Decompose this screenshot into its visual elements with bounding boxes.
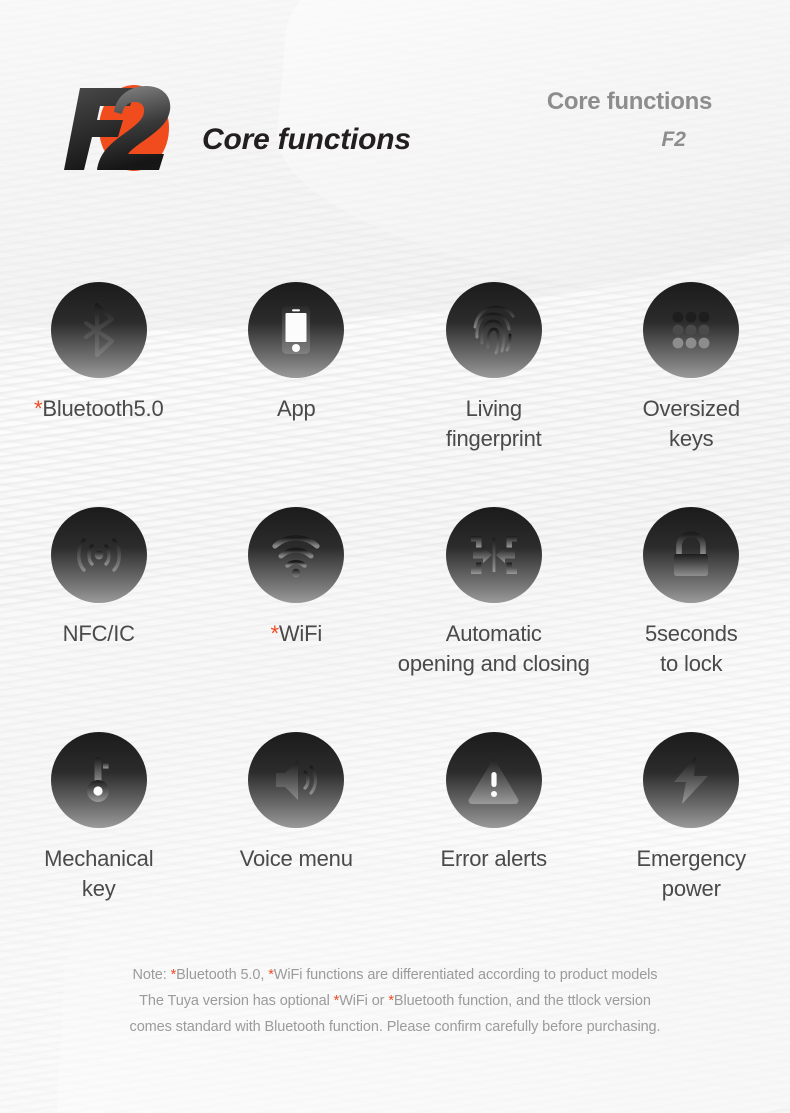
feature-cell-wifi: *WiFi [198,507,396,732]
padlock-icon [643,507,739,603]
footnote-l2-c: Bluetooth function, and the ttlock versi… [393,993,651,1009]
feature-label-text: Voice menu [239,846,353,871]
feature-grid: *Bluetooth5.0 App Living fingerprint Ove… [0,282,790,957]
auto-open-close-icon [446,507,542,603]
feature-row: Mechanical key Voice menu Error alerts E… [0,732,790,957]
feature-label: Automatic opening and closing [398,619,590,679]
feature-cell-bluetooth: *Bluetooth5.0 [0,282,198,507]
header-right-block: Core functions F2 [547,88,712,152]
phone-app-icon [248,282,344,378]
page-root: Core functions Core functions F2 *Blueto… [0,0,790,1113]
feature-label: Voice menu [240,844,353,874]
bluetooth-icon [51,282,147,378]
feature-cell-lock: 5seconds to lock [593,507,790,732]
feature-label-text: NFC/IC [62,621,135,646]
feature-label: Living fingerprint [446,394,542,454]
footnote-l2-b: WiFi or [339,993,389,1009]
feature-label: *WiFi [270,619,322,649]
feature-label-text: WiFi [278,621,323,646]
feature-label-text: Emergency power [636,846,747,901]
footnote-line-3: comes standard with Bluetooth function. … [129,1019,661,1035]
footnote-l1-b: Bluetooth 5.0, [176,967,269,983]
footnote-l1-a: Note: [132,967,171,983]
feature-label: NFC/IC [63,619,135,649]
feature-label-text: Mechanical key [44,846,154,901]
feature-label-text: 5seconds to lock [644,621,738,676]
brand-logo: Core functions [62,82,482,174]
feature-cell-mechanical-key: Mechanical key [0,732,198,957]
feature-cell-error-alerts: Error alerts [395,732,593,957]
feature-cell-nfc: NFC/IC [0,507,198,732]
feature-label: Error alerts [440,844,548,874]
speaker-volume-icon [248,732,344,828]
feature-label: 5seconds to lock [645,619,738,679]
feature-label: Emergency power [636,844,747,904]
footnote-line-2: The Tuya version has optional *WiFi or *… [0,988,790,1014]
footnote-l2-a: The Tuya version has optional [139,993,334,1009]
feature-label-text: App [276,396,316,421]
feature-cell-fingerprint: Living fingerprint [395,282,593,507]
footnote-block: Note: *Bluetooth 5.0, *WiFi functions ar… [0,962,790,1040]
feature-label: *Bluetooth5.0 [34,394,164,424]
header-right-subtitle: F2 [661,127,686,151]
nfc-icon [51,507,147,603]
feature-label-text: Automatic opening and closing [397,621,590,676]
feature-cell-emergency-power: Emergency power [593,732,790,957]
feature-label-text: Living fingerprint [445,396,542,451]
feature-label: Mechanical key [44,844,153,904]
page-header: Core functions Core functions F2 [0,82,790,182]
warning-triangle-icon [446,732,542,828]
feature-cell-voice-menu: Voice menu [198,732,396,957]
feature-cell-app: App [198,282,396,507]
header-right-title: Core functions [546,88,712,115]
footnote-line-1: Note: *Bluetooth 5.0, *WiFi functions ar… [0,962,790,988]
logo-title-text: Core functions [202,123,411,156]
mechanical-key-icon [51,732,147,828]
f2-logo-icon [62,82,192,174]
feature-cell-keys: Oversized keys [593,282,790,507]
lightning-bolt-icon [643,732,739,828]
feature-row: NFC/IC *WiFi Automatic opening and closi… [0,507,790,732]
feature-label-text: Oversized keys [642,396,740,451]
feature-label-text: Bluetooth5.0 [42,396,164,421]
fingerprint-icon [446,282,542,378]
feature-label: App [277,394,316,424]
wifi-icon [248,507,344,603]
asterisk-marker: * [270,621,279,646]
feature-cell-auto-open-close: Automatic opening and closing [395,507,593,732]
keypad-dots-icon [643,282,739,378]
feature-label: Oversized keys [643,394,740,454]
feature-label-text: Error alerts [440,846,548,871]
feature-row: *Bluetooth5.0 App Living fingerprint Ove… [0,282,790,507]
footnote-l1-c: WiFi functions are differentiated accord… [273,967,658,983]
